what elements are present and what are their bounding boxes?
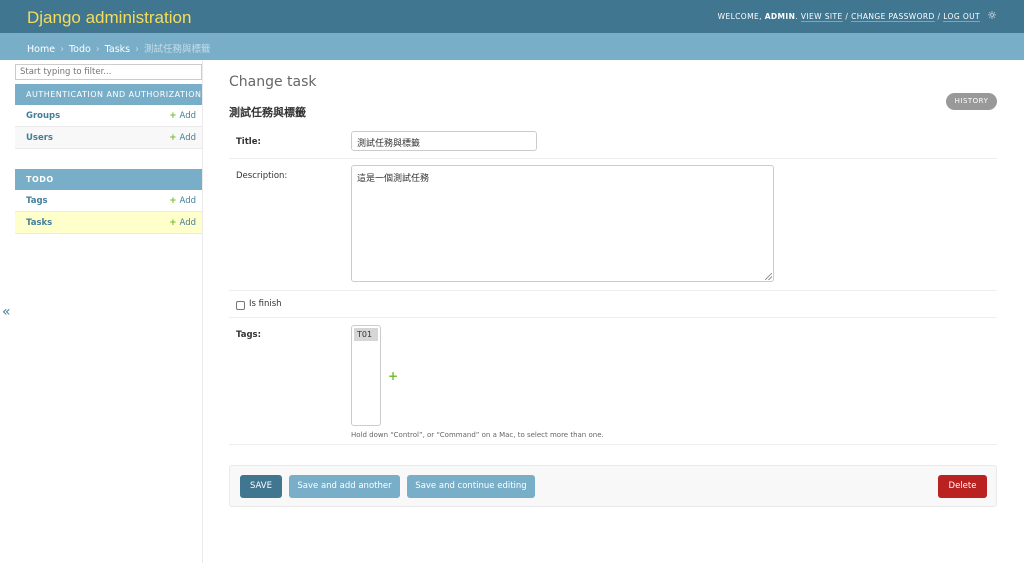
- welcome-text: Welcome,: [717, 12, 762, 21]
- description-label: Description:: [236, 171, 288, 181]
- header: Django administration Welcome, admin. Vi…: [0, 0, 1024, 33]
- breadcrumb-separator: ›: [95, 44, 100, 55]
- tags-multiselect[interactable]: T01: [351, 325, 381, 426]
- tags-label: Tags:: [236, 330, 261, 340]
- add-tag-icon[interactable]: +: [388, 369, 398, 383]
- view-site-link[interactable]: View site: [800, 12, 843, 22]
- save-and-add-another-button[interactable]: Save and add another: [289, 475, 400, 498]
- breadcrumb-separator: ›: [60, 44, 64, 55]
- title-label: Title:: [236, 137, 261, 147]
- plus-icon: +: [169, 218, 177, 228]
- add-label: Add: [179, 133, 196, 143]
- sidebar-item-label[interactable]: Groups: [26, 111, 60, 121]
- breadcrumb-current: 測試任務與標籤: [143, 44, 211, 55]
- nav-filter-input[interactable]: [15, 64, 202, 80]
- add-group-link[interactable]: + Add: [169, 111, 196, 121]
- sidebar-item-label[interactable]: Users: [26, 133, 53, 143]
- add-label: Add: [179, 218, 196, 228]
- nav-sidebar: Authentication and Authorization Groups …: [15, 60, 203, 563]
- breadcrumb-separator: ›: [135, 44, 139, 55]
- sidebar-item-label[interactable]: Tasks: [26, 218, 52, 228]
- page-title: Change task: [229, 74, 317, 90]
- add-user-link[interactable]: + Add: [169, 133, 196, 143]
- is-finish-label[interactable]: Is finish: [249, 299, 282, 309]
- breadcrumb-tasks[interactable]: Tasks: [105, 44, 130, 55]
- title-input[interactable]: 測試任務與標籤: [351, 131, 537, 151]
- separator: /: [934, 12, 944, 21]
- add-label: Add: [179, 196, 196, 206]
- tags-help-text: Hold down “Control”, or “Command” on a M…: [351, 431, 604, 439]
- submit-row: SAVE Save and add another Save and conti…: [229, 465, 997, 507]
- form-row-description: Description: 這是一個測試任務: [229, 159, 997, 291]
- tag-option[interactable]: T01: [354, 328, 378, 341]
- sun-icon[interactable]: ☼: [986, 10, 998, 22]
- sidebar-item-groups[interactable]: Groups + Add: [15, 105, 202, 127]
- description-text: 這是一個測試任務: [357, 174, 430, 184]
- log-out-link[interactable]: Log out: [943, 12, 980, 22]
- plus-icon: +: [169, 133, 177, 143]
- add-task-link[interactable]: + Add: [169, 218, 196, 228]
- sidebar-item-tags[interactable]: Tags + Add: [15, 190, 202, 212]
- resize-handle-icon[interactable]: [765, 273, 772, 280]
- history-button[interactable]: History: [946, 93, 997, 110]
- sidebar-item-users[interactable]: Users + Add: [15, 127, 202, 149]
- object-title: 測試任務與標籤: [229, 106, 306, 119]
- app-caption-todo[interactable]: Todo: [15, 169, 202, 190]
- add-tag-link[interactable]: + Add: [169, 196, 196, 206]
- user-tools: Welcome, admin. View site / Change passw…: [717, 12, 980, 22]
- sidebar-item-label[interactable]: Tags: [26, 196, 48, 206]
- app-caption-auth[interactable]: Authentication and Authorization: [15, 84, 202, 105]
- username: admin: [764, 12, 796, 21]
- change-password-link[interactable]: Change password: [851, 12, 935, 22]
- form-row-tags: Tags: T01 + Hold down “Control”, or “Com…: [229, 318, 997, 445]
- form-row-title: Title: 測試任務與標籤: [229, 124, 997, 159]
- description-textarea[interactable]: 這是一個測試任務: [351, 165, 774, 282]
- breadcrumb: Home › Todo › Tasks › 測試任務與標籤: [0, 33, 1024, 60]
- breadcrumb-todo[interactable]: Todo: [69, 44, 91, 55]
- plus-icon: +: [169, 111, 177, 121]
- separator: /: [842, 12, 852, 21]
- breadcrumb-home[interactable]: Home: [27, 44, 55, 55]
- site-branding[interactable]: Django administration: [27, 8, 191, 28]
- plus-icon: +: [169, 196, 177, 206]
- is-finish-checkbox[interactable]: [236, 301, 245, 310]
- form-row-is-finish: Is finish: [229, 291, 997, 318]
- save-button[interactable]: SAVE: [240, 475, 282, 498]
- delete-button[interactable]: Delete: [938, 475, 987, 498]
- sidebar-item-tasks[interactable]: Tasks + Add: [15, 212, 202, 234]
- save-and-continue-button[interactable]: Save and continue editing: [407, 475, 535, 498]
- add-label: Add: [179, 111, 196, 121]
- collapse-sidebar-icon[interactable]: «: [2, 304, 11, 320]
